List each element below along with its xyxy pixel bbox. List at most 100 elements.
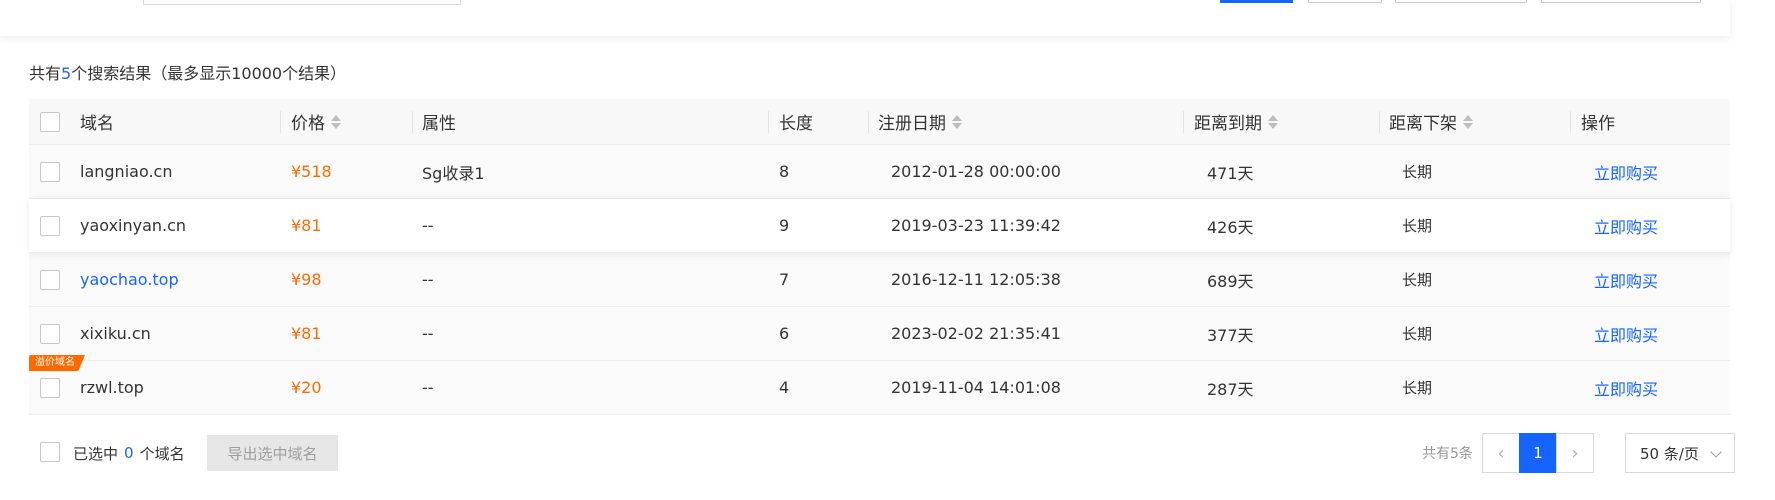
col-price[interactable]: 价格	[291, 99, 341, 144]
to-expire: 426天	[1207, 217, 1254, 237]
selected-prefix: 已选中	[73, 444, 119, 463]
column-divider	[768, 111, 769, 133]
chevron-right-icon: ›	[1571, 442, 1579, 464]
to-delist: 长期	[1402, 379, 1433, 397]
filter-option-button-2[interactable]	[1541, 0, 1701, 3]
sort-icon[interactable]	[1463, 114, 1473, 129]
attribute: --	[422, 270, 434, 289]
to-expire: 689天	[1207, 271, 1254, 291]
summary-prefix: 共有	[29, 64, 62, 83]
domain-name[interactable]: yaoxinyan.cn	[80, 199, 186, 252]
length: 9	[779, 216, 790, 235]
column-divider	[280, 111, 281, 133]
page-size-label: 50 条/页	[1640, 444, 1699, 463]
length: 7	[779, 270, 790, 289]
attribute: --	[422, 378, 434, 397]
attribute: --	[422, 324, 434, 343]
col-to-expire-label: 距离到期	[1194, 114, 1262, 134]
select-all-checkbox[interactable]	[40, 111, 60, 132]
buy-now-link[interactable]: 立即购买	[1594, 199, 1658, 252]
filter-option-button[interactable]	[1395, 0, 1527, 3]
table-row: xixiku.cn ¥81 -- 6 2023-02-02 21:35:41 3…	[29, 307, 1730, 361]
page-size-select[interactable]: 50 条/页	[1625, 433, 1735, 473]
register-date: 2012-01-28 00:00:00	[891, 162, 1061, 181]
price: ¥81	[291, 216, 322, 235]
col-to-delist[interactable]: 距离下架	[1389, 99, 1473, 144]
row-checkbox[interactable]	[40, 215, 60, 236]
chevron-down-icon	[1710, 446, 1722, 458]
col-length: 长度	[779, 114, 813, 134]
selected-count: 0	[124, 444, 134, 462]
export-selected-button[interactable]: 导出选中域名	[207, 435, 338, 471]
to-expire: 287天	[1207, 379, 1254, 399]
prev-page-button[interactable]: ‹	[1482, 433, 1520, 473]
buy-now-link[interactable]: 立即购买	[1594, 145, 1658, 198]
result-summary: 共有5个搜索结果（最多显示10000个结果）	[29, 60, 346, 84]
col-register-date[interactable]: 注册日期	[878, 99, 962, 144]
length: 4	[779, 378, 790, 397]
table-row: langniao.cn ¥518 Sg收录1 8 2012-01-28 00:0…	[29, 145, 1730, 199]
table-row: yaoxinyan.cn ¥81 -- 9 2019-03-23 11:39:4…	[29, 199, 1730, 253]
summary-suffix: 个搜索结果（最多显示10000个结果）	[71, 64, 347, 83]
buy-now-link[interactable]: 立即购买	[1594, 361, 1658, 414]
search-button[interactable]	[1220, 0, 1293, 3]
page-number-button[interactable]: 1	[1519, 433, 1557, 473]
row-select-cell	[40, 145, 60, 198]
attribute: --	[422, 216, 434, 235]
row-checkbox[interactable]	[40, 269, 60, 290]
footer-select-all-checkbox[interactable]	[40, 442, 60, 462]
buy-now-link[interactable]: 立即购买	[1594, 253, 1658, 306]
to-expire: 377天	[1207, 325, 1254, 345]
length: 6	[779, 324, 790, 343]
to-expire: 471天	[1207, 163, 1254, 183]
row-checkbox[interactable]	[40, 161, 60, 182]
buy-now-link[interactable]: 立即购买	[1594, 307, 1658, 360]
domain-table: 域名 价格 属性 长度 注册日期 距离到期 距离下架 操作 langniao.c…	[29, 99, 1730, 415]
domain-name[interactable]: rzwl.top	[80, 361, 144, 414]
register-date: 2023-02-02 21:35:41	[891, 324, 1061, 343]
to-delist: 长期	[1402, 325, 1433, 343]
price: ¥98	[291, 270, 322, 289]
register-date: 2019-03-23 11:39:42	[891, 216, 1061, 235]
price: ¥20	[291, 378, 322, 397]
select-all-cell	[40, 99, 60, 144]
col-to-expire[interactable]: 距离到期	[1194, 99, 1278, 144]
selected-suffix: 个域名	[139, 444, 185, 463]
col-action: 操作	[1581, 114, 1615, 134]
selected-count-label: 已选中 0 个域名	[73, 442, 185, 464]
length: 8	[779, 162, 790, 181]
next-page-button[interactable]: ›	[1556, 433, 1594, 473]
chevron-left-icon: ‹	[1497, 442, 1505, 464]
footer-select-all	[40, 442, 60, 462]
register-date: 2016-12-11 12:05:38	[891, 270, 1061, 289]
domain-name[interactable]: xixiku.cn	[80, 307, 151, 360]
col-to-delist-label: 距离下架	[1389, 114, 1457, 134]
col-register-date-label: 注册日期	[878, 114, 946, 134]
attribute: Sg收录1	[422, 163, 485, 183]
reset-button[interactable]	[1308, 0, 1382, 3]
domain-name[interactable]: yaochao.top	[80, 253, 179, 306]
premium-domain-tag: 溢价域名	[29, 355, 85, 371]
row-select-cell	[40, 253, 60, 306]
filter-input[interactable]	[143, 0, 461, 5]
col-attribute: 属性	[422, 114, 456, 134]
row-checkbox[interactable]	[40, 323, 60, 344]
sort-icon[interactable]	[1268, 114, 1278, 129]
table-row: 溢价域名 rzwl.top ¥20 -- 4 2019-11-04 14:01:…	[29, 355, 1730, 415]
table-row: yaochao.top ¥98 -- 7 2016-12-11 12:05:38…	[29, 253, 1730, 307]
sort-icon[interactable]	[331, 114, 341, 129]
row-select-cell	[40, 307, 60, 360]
filter-panel	[0, 0, 1730, 36]
sort-icon[interactable]	[952, 114, 962, 129]
to-delist: 长期	[1402, 163, 1433, 181]
row-checkbox[interactable]	[40, 377, 60, 398]
table-header: 域名 价格 属性 长度 注册日期 距离到期 距离下架 操作	[29, 99, 1730, 145]
column-divider	[1379, 111, 1380, 133]
price: ¥81	[291, 324, 322, 343]
column-divider	[868, 111, 869, 133]
column-divider	[1570, 111, 1571, 133]
column-divider	[1183, 111, 1184, 133]
column-divider	[412, 111, 413, 133]
domain-name[interactable]: langniao.cn	[80, 145, 172, 198]
pagination-total: 共有5条	[1422, 446, 1473, 462]
